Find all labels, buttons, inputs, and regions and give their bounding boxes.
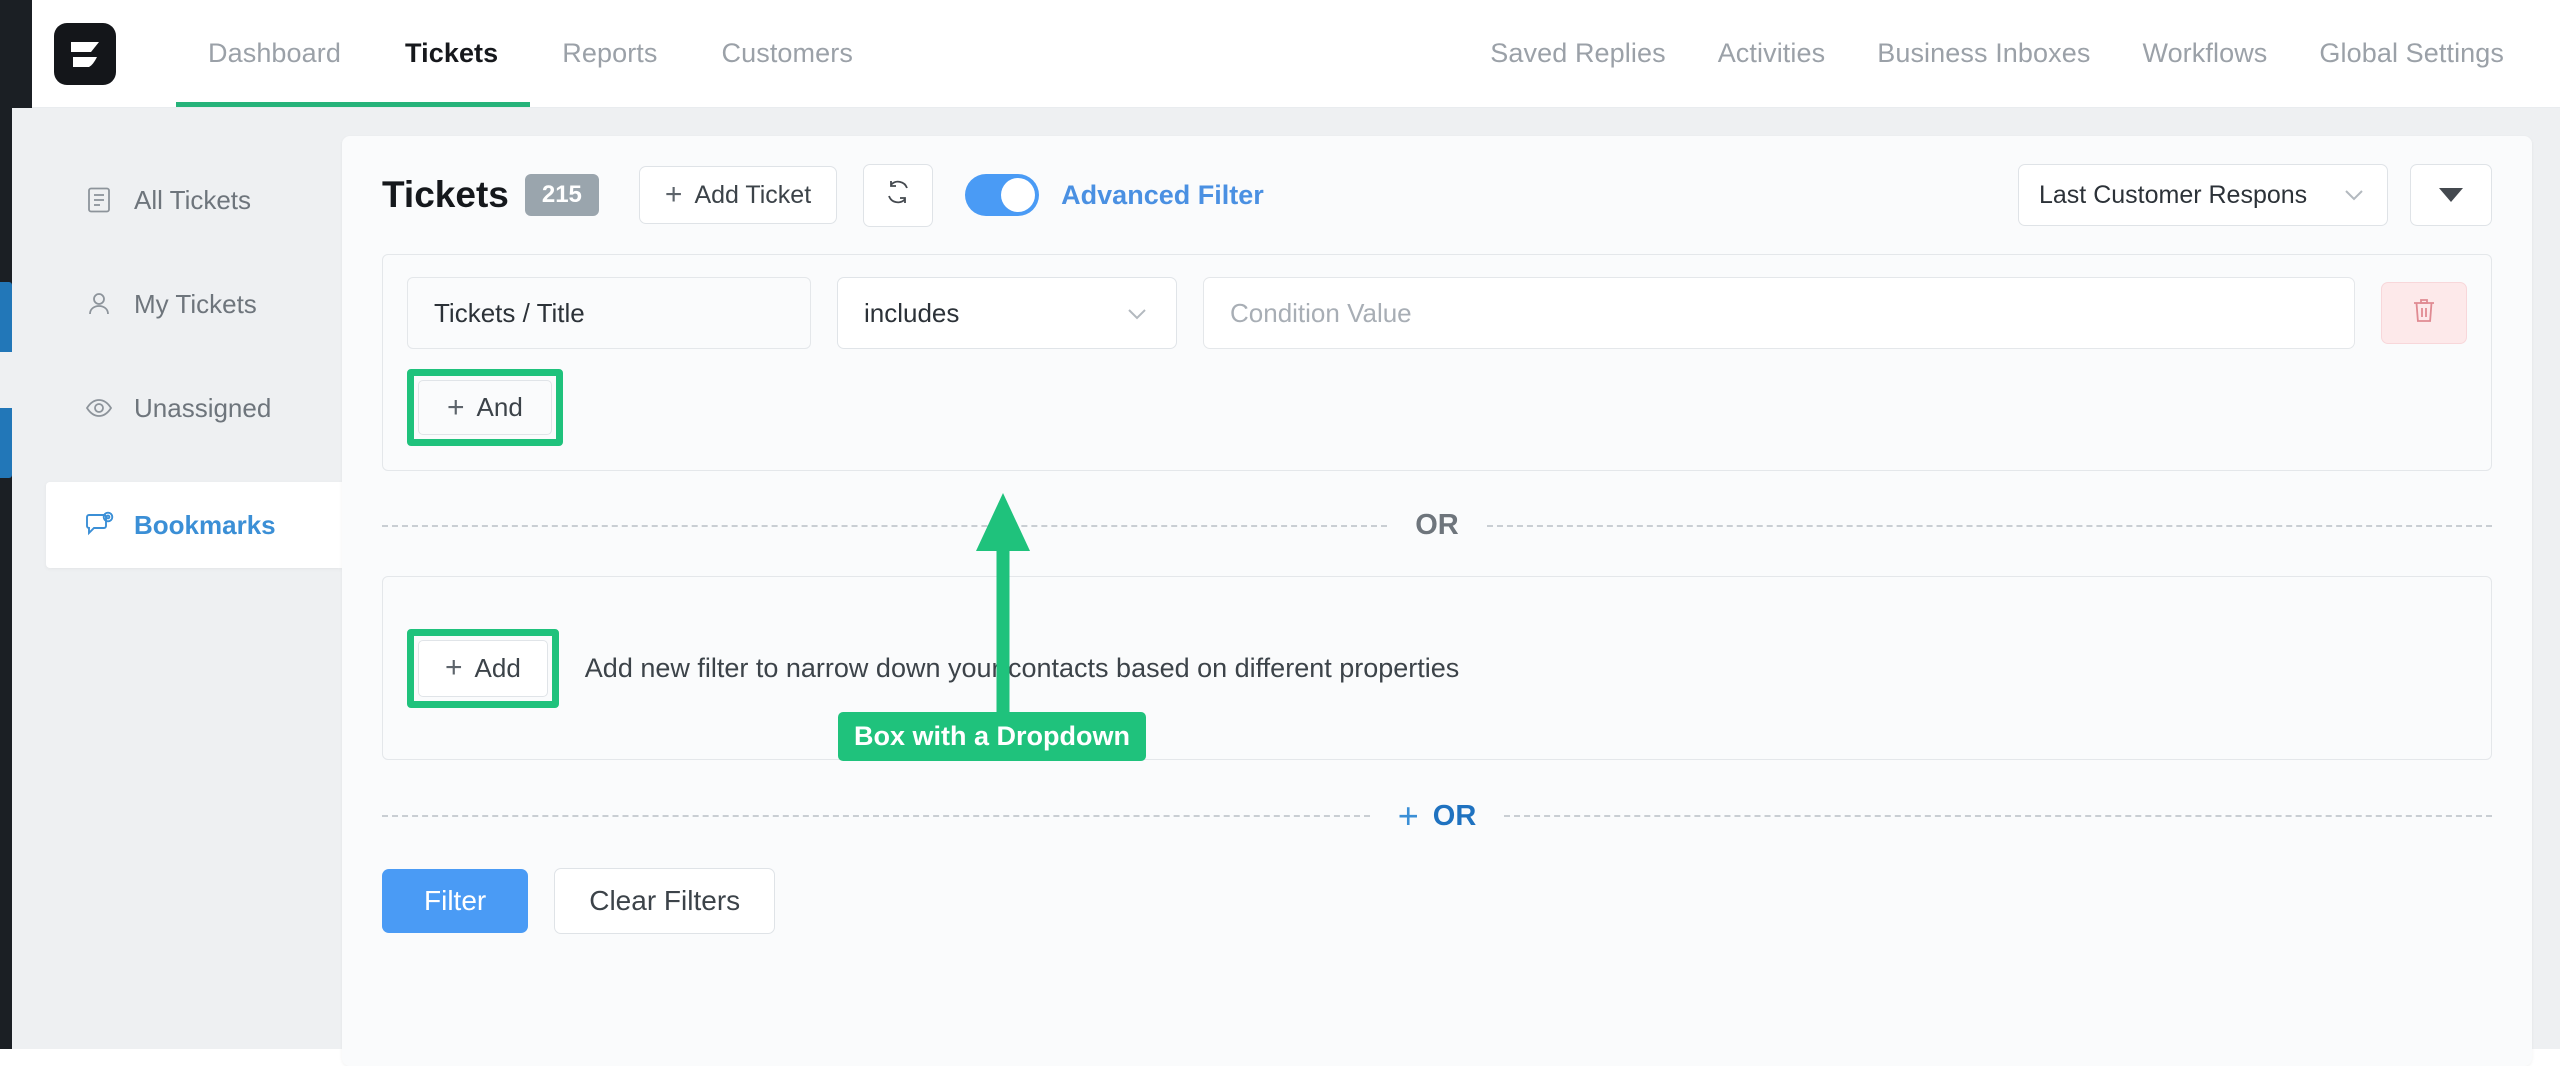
nav-item-activities[interactable]: Activities <box>1692 0 1852 107</box>
filter-actions: Filter Clear Filters <box>342 868 2532 934</box>
nav-label-business-inboxes: Business Inboxes <box>1877 38 2091 68</box>
filter-body: Tickets / Title includes Condition Value <box>342 254 2532 834</box>
eye-icon <box>84 393 114 423</box>
and-row: + And <box>407 369 2467 446</box>
advanced-filter-label: Advanced Filter <box>1061 179 1264 210</box>
advanced-filter-toggle[interactable] <box>965 174 1040 216</box>
page-title: Tickets <box>382 174 509 215</box>
toggle-knob <box>1001 178 1036 212</box>
nav-label-global-settings: Global Settings <box>2319 38 2504 68</box>
add-ticket-button[interactable]: + Add Ticket <box>638 166 838 224</box>
left-edge-strip <box>0 108 12 1049</box>
plus-icon: + <box>1397 795 1419 836</box>
plus-icon: + <box>664 178 683 211</box>
and-button-highlight: + And <box>407 369 563 446</box>
nav-item-global-settings[interactable]: Global Settings <box>2293 0 2530 107</box>
chevron-down-icon <box>1124 298 1150 329</box>
plus-icon: + <box>445 651 463 684</box>
add-or-divider[interactable]: + OR <box>382 798 2492 834</box>
clear-filters-button[interactable]: Clear Filters <box>554 868 776 934</box>
divider-line-right <box>1504 815 2492 817</box>
sidebar-item-my-tickets[interactable]: My Tickets <box>12 274 342 334</box>
secondary-nav-items: Saved Replies Activities Business Inboxe… <box>1464 0 2560 107</box>
flag-logo-icon <box>54 22 116 85</box>
nav-label-reports: Reports <box>562 38 658 68</box>
nav-left-edge-strip <box>0 0 32 108</box>
toolbar-right-group: Last Customer Respons <box>2018 164 2492 226</box>
ticket-count-badge: 215 <box>524 174 599 216</box>
chevron-down-icon <box>2341 181 2367 210</box>
top-navigation-bar: Dashboard Tickets Reports Customers Save… <box>0 0 2560 108</box>
sort-select[interactable]: Last Customer Respons <box>2018 164 2388 226</box>
advanced-filter-toggle-wrap[interactable]: Advanced Filter <box>965 174 1264 216</box>
add-or-group-button[interactable]: + OR <box>1370 798 1505 834</box>
nav-label-tickets: Tickets <box>405 38 499 68</box>
sidebar-collapse-handle[interactable] <box>0 282 12 478</box>
add-button-highlight: + Add <box>407 628 559 708</box>
filter-group-1: Tickets / Title includes Condition Value <box>382 254 2492 471</box>
sidebar-label-all-tickets: All Tickets <box>134 184 252 215</box>
nav-label-activities: Activities <box>1717 38 1826 68</box>
condition-operator-value: includes <box>864 297 960 328</box>
handle-notch <box>0 352 12 408</box>
condition-value-placeholder: Condition Value <box>1230 297 1412 328</box>
condition-field-text: Tickets / Title <box>434 297 585 328</box>
delete-condition-button[interactable] <box>2381 282 2467 344</box>
nav-label-saved-replies: Saved Replies <box>1490 38 1666 68</box>
triangle-down-icon <box>2439 188 2463 202</box>
add-ticket-label: Add Ticket <box>694 180 812 209</box>
divider-line-left <box>382 524 1388 527</box>
trash-icon <box>2410 296 2438 331</box>
nav-item-customers[interactable]: Customers <box>690 0 885 107</box>
condition-field-label[interactable]: Tickets / Title <box>407 277 811 349</box>
nav-item-tickets[interactable]: Tickets <box>373 0 531 107</box>
sort-select-value: Last Customer Respons <box>2039 180 2308 209</box>
annotation-arrow <box>976 493 1030 723</box>
primary-nav-items: Dashboard Tickets Reports Customers <box>176 0 885 107</box>
add-button-label: Add <box>474 652 521 683</box>
add-and-condition-button[interactable]: + And <box>418 380 552 435</box>
nav-item-saved-replies[interactable]: Saved Replies <box>1464 0 1691 107</box>
or-divider-label: OR <box>1415 509 1459 541</box>
and-button-label: And <box>476 392 523 422</box>
comment-at-icon <box>84 510 114 540</box>
refresh-icon <box>884 178 912 213</box>
card-toolbar: Tickets 215 + Add Ticket Advanced Filter… <box>342 136 2532 254</box>
add-or-label: OR <box>1432 799 1477 832</box>
sort-direction-button[interactable] <box>2410 164 2492 226</box>
nav-label-customers: Customers <box>721 38 853 68</box>
condition-value-input[interactable]: Condition Value <box>1203 277 2355 349</box>
sidebar-label-bookmarks: Bookmarks <box>134 509 276 540</box>
nav-item-workflows[interactable]: Workflows <box>2116 0 2293 107</box>
annotation-label: Box with a Dropdown <box>838 712 1146 761</box>
nav-item-business-inboxes[interactable]: Business Inboxes <box>1851 0 2116 107</box>
sidebar-label-unassigned: Unassigned <box>134 392 272 423</box>
nav-item-reports[interactable]: Reports <box>530 0 689 107</box>
or-divider: OR <box>382 509 2492 542</box>
sidebar-item-all-tickets[interactable]: All Tickets <box>12 170 342 230</box>
sidebar-item-bookmarks[interactable]: Bookmarks <box>46 482 342 568</box>
app-logo[interactable] <box>32 0 116 107</box>
condition-operator-select[interactable]: includes <box>837 277 1177 349</box>
divider-line-left <box>382 815 1370 817</box>
list-document-icon <box>84 185 114 215</box>
nav-label-workflows: Workflows <box>2142 38 2268 68</box>
refresh-button[interactable] <box>863 163 934 227</box>
page-body: All Tickets My Tickets Unassigned Bookma… <box>0 108 2560 1066</box>
nav-label-dashboard: Dashboard <box>208 38 341 68</box>
nav-item-dashboard[interactable]: Dashboard <box>176 0 373 107</box>
sidebar-item-unassigned[interactable]: Unassigned <box>12 378 342 438</box>
add-filter-panel: + Add Add new filter to narrow down your… <box>382 576 2492 760</box>
tickets-filter-card: Tickets 215 + Add Ticket Advanced Filter… <box>342 136 2532 1066</box>
apply-filter-button[interactable]: Filter <box>382 869 529 933</box>
plus-icon: + <box>447 390 465 424</box>
divider-line-right <box>1486 524 2492 527</box>
sidebar-label-my-tickets: My Tickets <box>134 288 257 319</box>
sidebar: All Tickets My Tickets Unassigned Bookma… <box>12 108 342 1049</box>
add-filter-button[interactable]: + Add <box>418 639 548 697</box>
user-icon <box>84 289 114 319</box>
condition-row: Tickets / Title includes Condition Value <box>407 277 2467 349</box>
